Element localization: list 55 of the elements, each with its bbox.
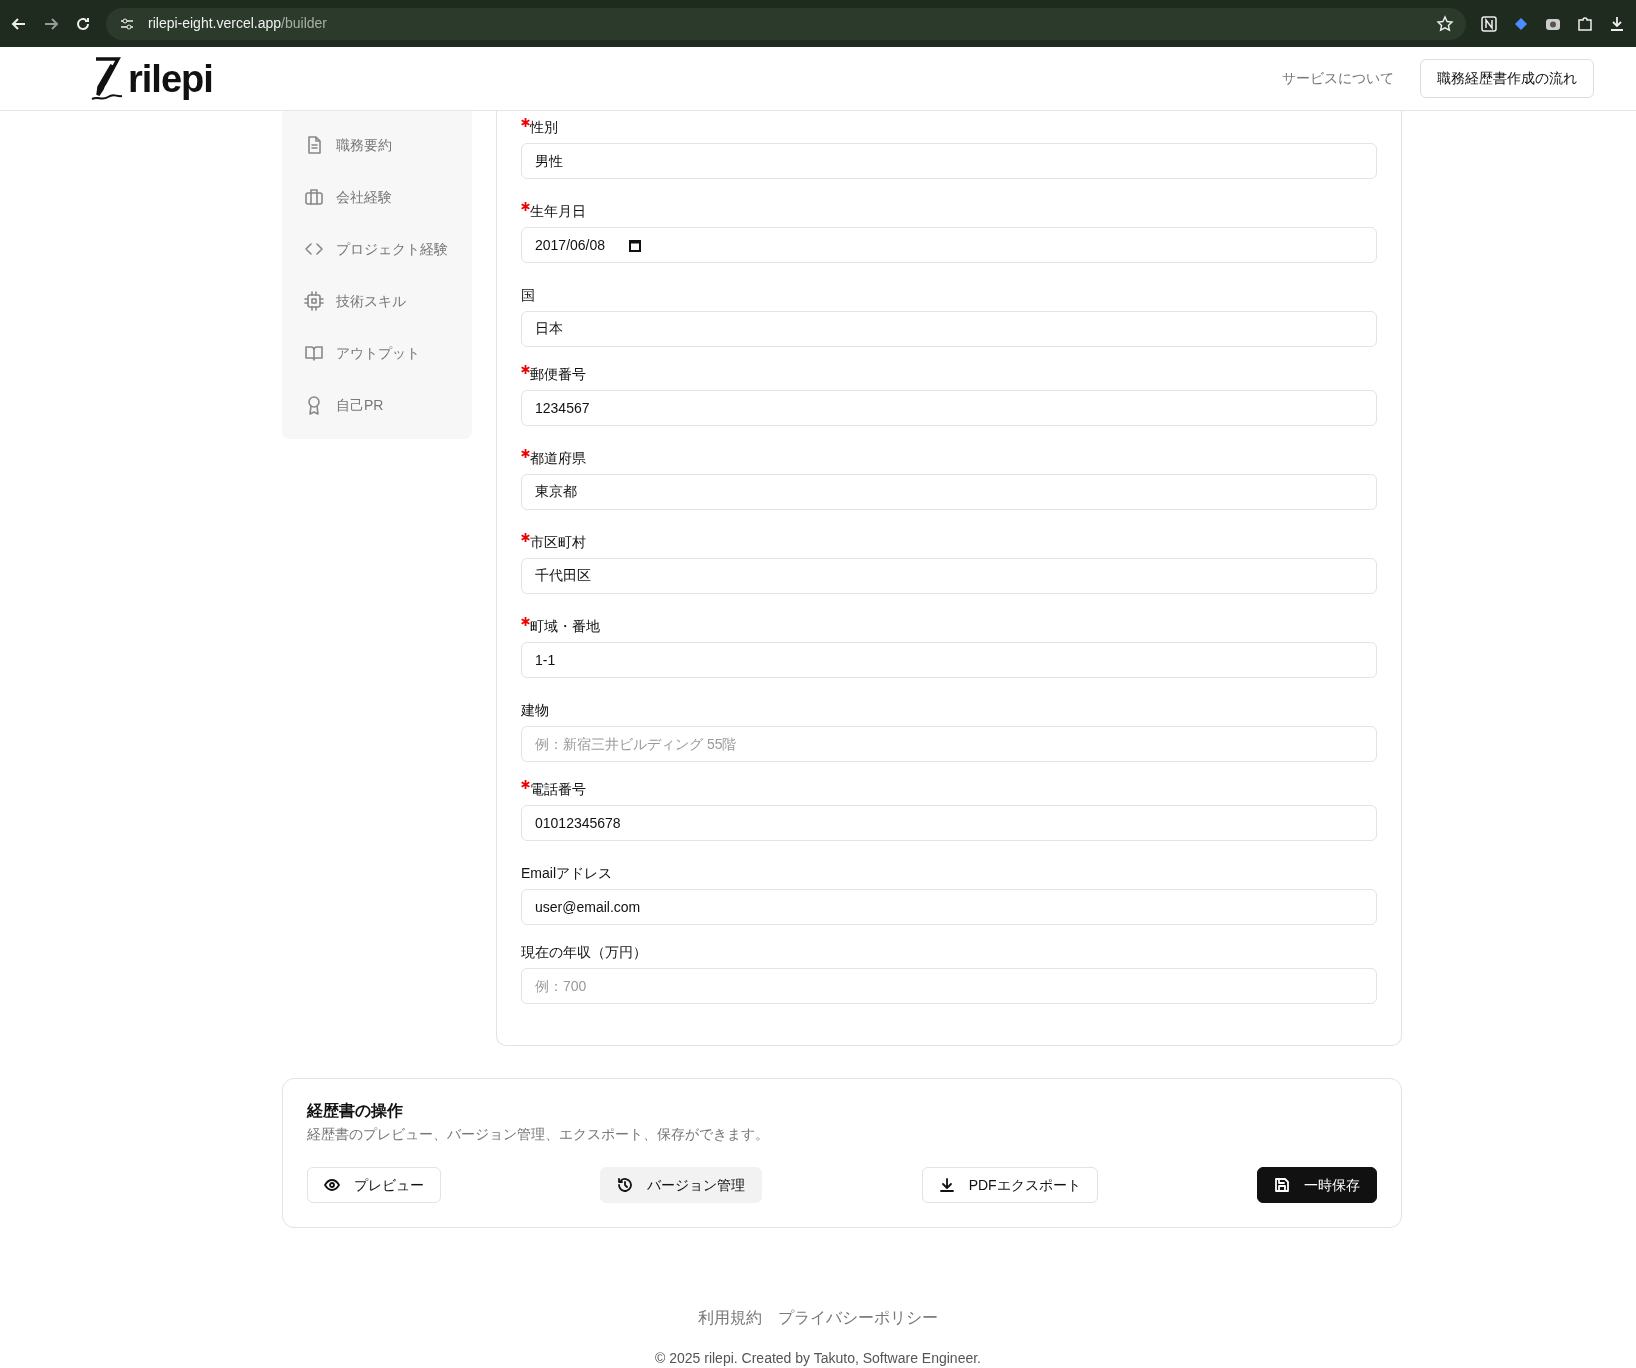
sidebar-item[interactable]: 技術スキル (282, 275, 472, 327)
field-label: 生年月日 (530, 202, 586, 221)
eye-icon (324, 1177, 340, 1194)
book-icon (304, 343, 324, 363)
input-field[interactable]: 東京都 (521, 474, 1377, 510)
action-button[interactable]: PDFエクスポート (921, 1167, 1098, 1204)
sidebar-item[interactable]: プロジェクト経験 (282, 223, 472, 275)
input-field[interactable]: 千代田区 (521, 558, 1377, 594)
field-label: 電話番号 (530, 780, 586, 799)
copyright-text: © 2025 rilepi. Created by Takuto, Software Engineer. (654, 1349, 982, 1368)
save-icon (1274, 1177, 1290, 1194)
star-icon[interactable] (1436, 14, 1454, 33)
sidebar-item[interactable]: 会社経験 (282, 171, 472, 223)
field-label: 国 (521, 286, 535, 305)
url-host: rilepi-eight.vercel.app (148, 15, 282, 31)
card-title: 経歴書の操作 (307, 1101, 404, 1121)
input-field[interactable]: 1-1 (521, 642, 1377, 678)
chip-icon (304, 291, 324, 311)
footer-link[interactable]: プライバシーポリシー (778, 1306, 938, 1331)
download-icon (938, 1177, 955, 1194)
url-path: /builder (281, 15, 327, 31)
sidebar-item[interactable]: 職務要約 (282, 119, 472, 171)
logo-text[interactable]: rilepi (128, 59, 213, 98)
sidebar-item[interactable]: 自己PR (282, 379, 472, 431)
field-label: 市区町村 (530, 533, 586, 552)
date-field[interactable]: 2017/06/08 (521, 227, 1377, 263)
select-field[interactable]: 男性 (521, 143, 1377, 179)
action-button[interactable]: 一時保存 (1257, 1167, 1377, 1204)
extension-icon[interactable] (1480, 14, 1498, 33)
input-field[interactable]: 1234567 (521, 390, 1377, 426)
field-label: 建物 (521, 701, 549, 720)
field-label: 郵便番号 (530, 365, 586, 384)
action-button[interactable]: バージョン管理 (600, 1167, 763, 1204)
field-label: 性別 (530, 118, 558, 137)
sidebar-item[interactable]: アウトプット (282, 327, 472, 379)
card-description: 経歴書のプレビュー、バージョン管理、エクスポート、保存ができます。 (307, 1125, 770, 1145)
history-icon (617, 1177, 634, 1194)
field-label: 都道府県 (530, 449, 586, 468)
input-field[interactable]: 例：700 (521, 968, 1377, 1004)
field-label: Emailアドレス (521, 864, 612, 883)
nav-button[interactable]: 職務経歴書作成の流れ (1420, 59, 1594, 98)
calendar-icon[interactable] (629, 239, 641, 252)
input-field[interactable]: 01012345678 (521, 805, 1377, 841)
nav-link-text[interactable]: サービスについて (1282, 68, 1394, 89)
input-field[interactable]: 日本 (521, 311, 1377, 347)
footer-link[interactable]: 利用規約 (698, 1306, 762, 1331)
address-bar[interactable]: rilepi-eight.vercel.app/builder (106, 7, 1466, 40)
field-label: 現在の年収（万円） (521, 943, 647, 962)
briefcase-icon (304, 187, 324, 207)
input-field[interactable]: user@email.com (521, 889, 1377, 925)
action-button[interactable]: プレビュー (307, 1167, 441, 1204)
download-icon[interactable] (1608, 14, 1626, 33)
field-label: 町域・番地 (530, 617, 600, 636)
pen-logo-icon (90, 54, 124, 103)
input-field[interactable]: 例：新宿三井ビルディング 55階 (521, 726, 1377, 762)
